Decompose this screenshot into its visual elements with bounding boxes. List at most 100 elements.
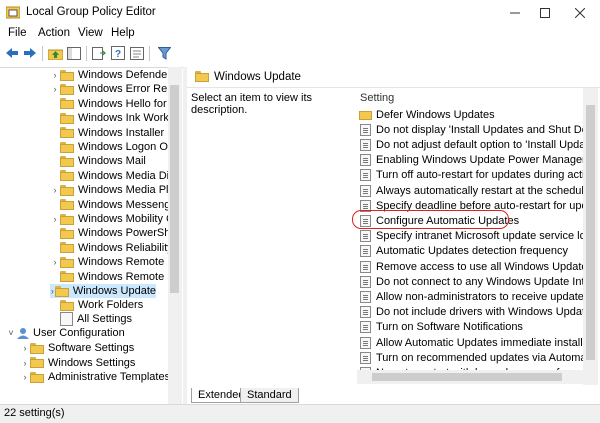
properties-icon[interactable] <box>128 44 146 62</box>
tree-item[interactable]: › Windows Mobility C <box>50 212 174 226</box>
tree-item-label: Windows Update <box>72 285 156 297</box>
tree-item[interactable]: › Windows Update <box>50 284 156 298</box>
setting-row[interactable]: Defer Windows Updates <box>357 107 583 122</box>
folder-icon <box>60 112 74 124</box>
tree-item-label: Windows Remote Sh <box>78 270 181 283</box>
tree-item[interactable]: Windows Reliability / <box>50 241 179 255</box>
tree-item-all-settings[interactable]: All Settings <box>50 312 132 326</box>
tree-item-label: Windows Defender <box>78 69 171 81</box>
policy-setting-icon <box>360 321 371 334</box>
export-list-icon[interactable] <box>90 44 108 62</box>
setting-row[interactable]: Enabling Windows Update Power Management… <box>357 153 583 168</box>
minimize-button[interactable] <box>498 0 532 25</box>
setting-label: Do not display 'Install Updates and Shut… <box>376 123 583 136</box>
tree-item[interactable]: Windows Logon Opt <box>50 140 177 154</box>
setting-row[interactable]: Allow non-administrators to receive upda… <box>357 289 583 304</box>
folder-icon <box>60 199 74 211</box>
chevron-right-icon[interactable]: › <box>50 214 60 224</box>
settings-horizontal-scrollbar-thumb[interactable] <box>372 373 562 381</box>
setting-row[interactable]: Do not adjust default option to 'Install… <box>357 137 583 152</box>
up-folder-icon[interactable] <box>46 44 64 62</box>
tree-item-user-configuration[interactable]: ˅ User Configuration <box>6 326 125 340</box>
setting-label: Turn on Software Notifications <box>376 321 523 334</box>
tree-item-label: Windows Mobility C <box>78 213 174 225</box>
settings-vertical-scrollbar-thumb[interactable] <box>586 105 595 360</box>
tree-item-label: Windows Media Play <box>78 184 181 197</box>
filter-icon[interactable] <box>155 44 173 62</box>
tree-scrollbar-thumb[interactable] <box>170 85 179 293</box>
setting-row[interactable]: Turn off auto-restart for updates during… <box>357 168 583 183</box>
policy-setting-icon <box>360 290 371 303</box>
tree-item-label: Windows Mail <box>78 155 146 168</box>
setting-label: Enabling Windows Update Power Management… <box>376 154 583 167</box>
tree-item[interactable]: Windows Remote Sh <box>50 270 181 284</box>
forward-arrow-icon[interactable] <box>21 44 39 62</box>
setting-label: Remove access to use all Windows Update … <box>376 260 583 273</box>
tab-standard[interactable]: Standard <box>240 388 299 403</box>
tree-item-label: Windows Remote M <box>78 256 177 269</box>
tree-item[interactable]: › Software Settings <box>20 341 135 355</box>
tree-item[interactable]: Windows Ink Worksp <box>50 111 181 125</box>
menu-help[interactable]: Help <box>111 27 135 39</box>
chevron-right-icon[interactable]: › <box>50 70 60 80</box>
setting-row[interactable]: Do not connect to any Windows Update Int… <box>357 274 583 289</box>
policy-setting-icon <box>360 154 371 167</box>
setting-row[interactable]: Specify intranet Microsoft update servic… <box>357 229 583 244</box>
tree-item[interactable]: Windows PowerShel <box>50 226 179 240</box>
setting-row[interactable]: Automatic Updates detection frequency <box>357 244 583 259</box>
setting-label: Do not adjust default option to 'Install… <box>376 138 583 151</box>
chevron-right-icon[interactable]: › <box>50 257 60 267</box>
folder-icon <box>60 299 74 311</box>
tree-item[interactable]: Windows Installer <box>50 126 164 140</box>
setting-row[interactable]: Do not display 'Install Updates and Shut… <box>357 122 583 137</box>
svg-text:?: ? <box>115 49 121 60</box>
chevron-right-icon[interactable]: › <box>20 358 30 368</box>
back-arrow-icon[interactable] <box>3 44 21 62</box>
details-header-title: Windows Update <box>214 71 301 83</box>
setting-row[interactable]: Turn on Software Notifications <box>357 320 583 335</box>
tree-item[interactable]: Windows Messenger <box>50 198 180 212</box>
menu-file[interactable]: File <box>8 27 27 39</box>
folder-icon <box>60 170 74 182</box>
setting-label: Automatic Updates detection frequency <box>376 245 569 258</box>
folder-icon <box>60 141 74 153</box>
tree-item[interactable]: › Windows Settings <box>20 356 136 370</box>
chevron-down-icon[interactable]: ˅ <box>6 328 16 338</box>
folder-icon <box>60 227 74 239</box>
tree-item[interactable]: › Administrative Templates <box>20 370 171 384</box>
show-hide-tree-icon[interactable] <box>65 44 83 62</box>
menu-view[interactable]: View <box>78 27 103 39</box>
setting-label: Allow Automatic Updates immediate instal… <box>376 336 583 349</box>
setting-row[interactable]: Always automatically restart at the sche… <box>357 183 583 198</box>
chevron-right-icon[interactable]: › <box>50 84 60 94</box>
setting-row[interactable]: Allow Automatic Updates immediate instal… <box>357 335 583 350</box>
menu-action[interactable]: Action <box>38 27 70 39</box>
tree-item[interactable]: Windows Media Digi <box>50 169 178 183</box>
setting-row[interactable]: Turn on recommended updates via Automati… <box>357 350 583 365</box>
tree-item[interactable]: › Windows Error Repo <box>50 82 180 96</box>
tree-item[interactable]: Windows Mail <box>50 154 146 168</box>
chevron-right-icon[interactable]: › <box>20 343 30 353</box>
tree-item[interactable]: › Windows Media Play <box>50 183 181 197</box>
close-button[interactable] <box>563 0 597 25</box>
toolbar-separator <box>42 46 43 61</box>
setting-label: Turn off auto-restart for updates during… <box>376 169 583 182</box>
highlight-annotation <box>352 210 509 229</box>
chevron-right-icon[interactable]: › <box>50 185 60 195</box>
tree-item[interactable]: Windows Hello for B <box>50 97 177 111</box>
tree-item-label: Administrative Templates <box>48 371 171 384</box>
maximize-button[interactable] <box>528 0 562 25</box>
folder-icon <box>60 256 74 268</box>
setting-row[interactable]: Remove access to use all Windows Update … <box>357 259 583 274</box>
policy-setting-icon <box>360 351 371 364</box>
folder-icon <box>195 71 213 82</box>
tree-item[interactable]: › Windows Defender <box>50 68 171 82</box>
help-icon[interactable]: ? <box>109 44 127 62</box>
setting-column-header[interactable]: Setting <box>360 92 394 104</box>
tree-item[interactable]: › Windows Remote M <box>50 255 177 269</box>
app-icon <box>5 6 21 19</box>
chevron-right-icon[interactable]: › <box>20 372 30 382</box>
status-text: 22 setting(s) <box>4 407 65 419</box>
tree-item[interactable]: Work Folders <box>50 298 143 312</box>
setting-row[interactable]: Do not include drivers with Windows Upda… <box>357 305 583 320</box>
